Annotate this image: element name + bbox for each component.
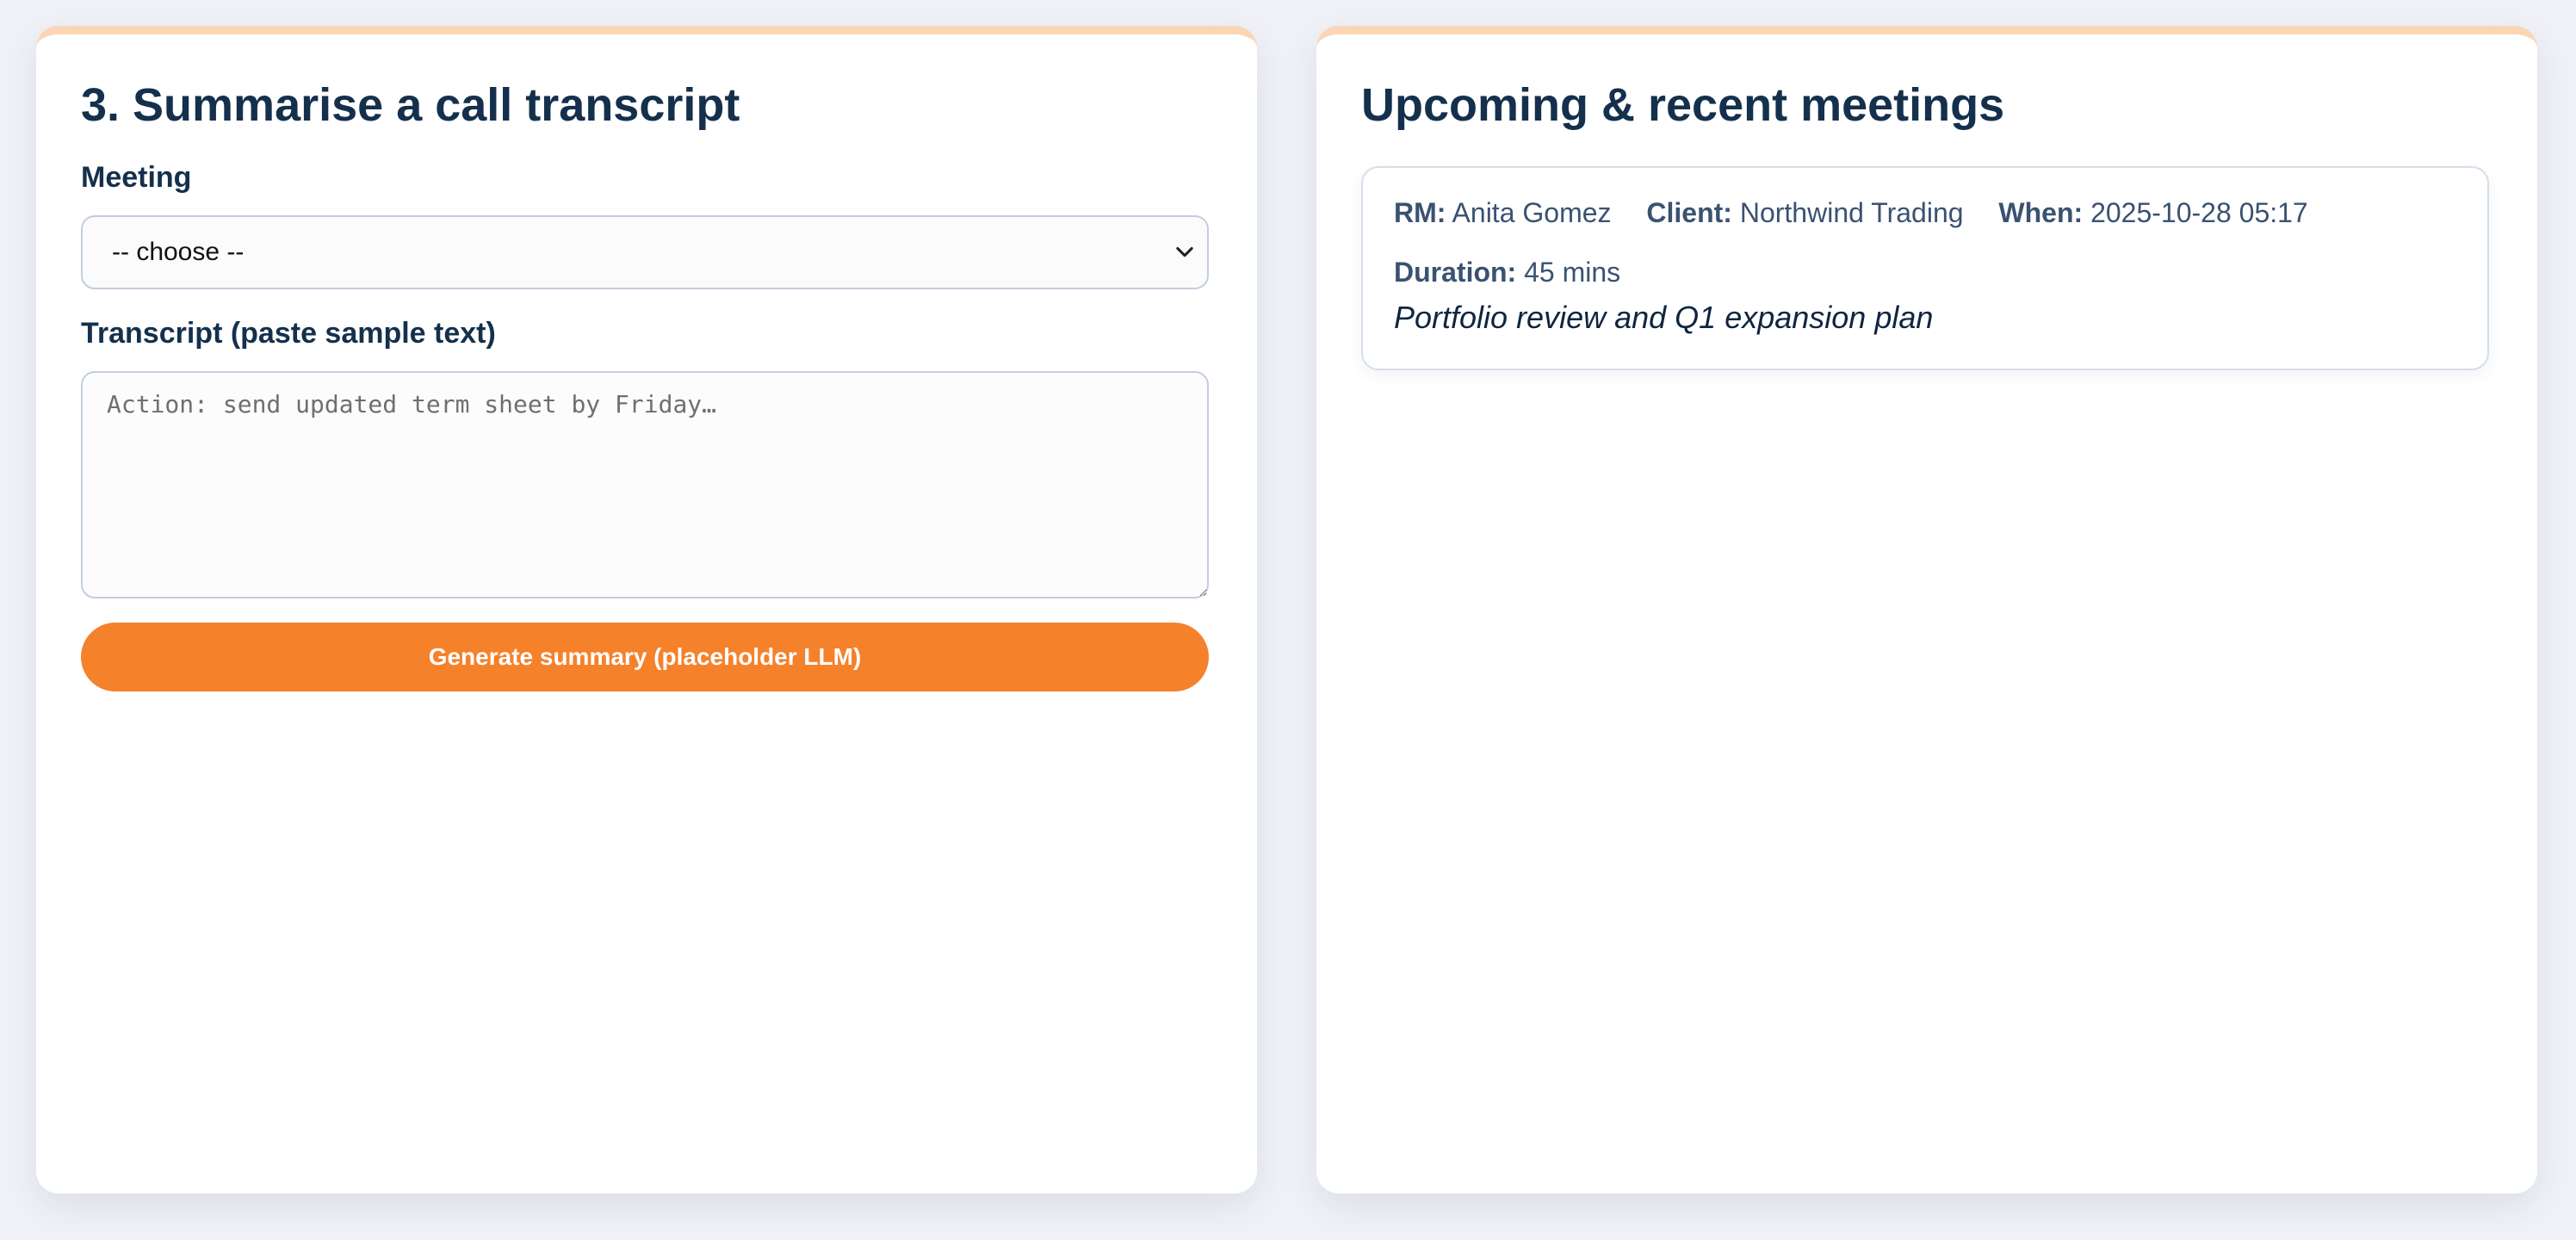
meeting-client-key: Client: xyxy=(1646,196,1732,228)
meeting-select[interactable]: -- choose -- xyxy=(81,214,1209,289)
meeting-select-value: -- choose -- xyxy=(112,237,245,266)
meeting-card: RM: Anita Gomez Client: Northwind Tradin… xyxy=(1361,165,2489,371)
meeting-client: Client: Northwind Trading xyxy=(1646,197,1963,228)
generate-summary-button[interactable]: Generate summary (placeholder LLM) xyxy=(81,622,1209,691)
transcript-label: Transcript (paste sample text) xyxy=(81,316,496,350)
transcript-input[interactable] xyxy=(81,370,1209,598)
meetings-panel: Upcoming & recent meetings RM: Anita Gom… xyxy=(1316,26,2537,1194)
meeting-duration-value: 45 mins xyxy=(1524,256,1621,288)
meeting-client-value: Northwind Trading xyxy=(1739,196,1964,228)
meeting-when-key: When: xyxy=(1998,196,2084,228)
chevron-down-icon xyxy=(1176,246,1193,257)
meeting-rm-key: RM: xyxy=(1394,196,1446,228)
meeting-duration-key: Duration: xyxy=(1394,256,1517,288)
meeting-subject: Portfolio review and Q1 expansion plan xyxy=(1394,300,1934,336)
meeting-duration-row: Duration: 45 mins xyxy=(1394,253,2456,292)
meeting-rm-value: Anita Gomez xyxy=(1452,196,1612,228)
summarise-panel-title: 3. Summarise a call transcript xyxy=(81,79,740,131)
meetings-panel-title: Upcoming & recent meetings xyxy=(1361,79,2005,131)
meeting-label: Meeting xyxy=(81,160,192,194)
meeting-when: When: 2025-10-28 05:17 xyxy=(1998,197,2307,228)
meeting-meta-row: RM: Anita Gomez Client: Northwind Tradin… xyxy=(1394,194,2456,232)
meeting-rm: RM: Anita Gomez xyxy=(1394,197,1612,228)
summarise-transcript-panel: 3. Summarise a call transcript Meeting -… xyxy=(36,26,1257,1194)
meeting-when-value: 2025-10-28 05:17 xyxy=(2090,196,2308,228)
